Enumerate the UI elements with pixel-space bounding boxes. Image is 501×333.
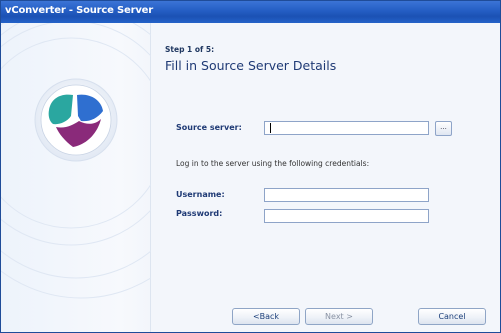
title-bar[interactable]: vConverter - Source Server bbox=[1, 1, 500, 23]
swirl-decoration-icon bbox=[1, 23, 151, 299]
cancel-button[interactable]: Cancel bbox=[418, 308, 486, 325]
back-button[interactable]: <Back bbox=[232, 308, 300, 325]
credentials-instructions: Log in to the server using the following… bbox=[176, 159, 370, 168]
source-server-label: Source server: bbox=[176, 123, 242, 132]
step-indicator: Step 1 of 5: bbox=[165, 45, 215, 54]
password-label: Password: bbox=[176, 209, 223, 218]
next-button[interactable]: Next > bbox=[305, 308, 373, 325]
left-decor-panel bbox=[1, 23, 151, 332]
username-label: Username: bbox=[176, 190, 225, 199]
source-server-input[interactable] bbox=[264, 121, 429, 135]
browse-server-button[interactable]: ... bbox=[435, 121, 452, 136]
text-caret bbox=[270, 123, 271, 133]
wizard-window: vConverter - Source Server Step 1 of 5: … bbox=[0, 0, 501, 333]
window-title: vConverter - Source Server bbox=[5, 5, 153, 16]
wizard-content: Step 1 of 5: Fill in Source Server Detai… bbox=[152, 23, 500, 332]
browse-label: ... bbox=[440, 123, 447, 131]
page-heading: Fill in Source Server Details bbox=[165, 58, 337, 73]
password-input[interactable] bbox=[264, 209, 429, 223]
username-input[interactable] bbox=[264, 188, 429, 202]
